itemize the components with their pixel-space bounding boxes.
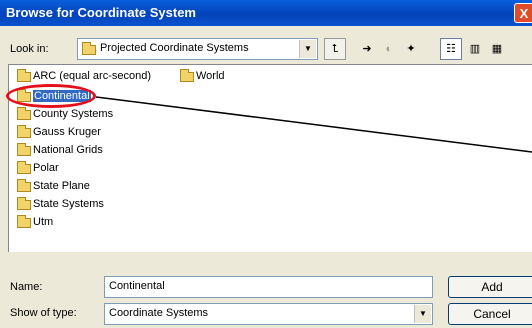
name-label: Name: <box>10 281 43 293</box>
add-button[interactable]: Add <box>448 276 532 298</box>
show-of-type-dropdown[interactable]: Coordinate Systems ▼ <box>104 303 433 325</box>
name-input[interactable]: Continental <box>104 276 433 298</box>
chevron-down-icon[interactable]: ▼ <box>414 305 431 323</box>
cancel-button[interactable]: Cancel <box>448 303 532 325</box>
show-of-type-label: Show of type: <box>10 307 77 319</box>
